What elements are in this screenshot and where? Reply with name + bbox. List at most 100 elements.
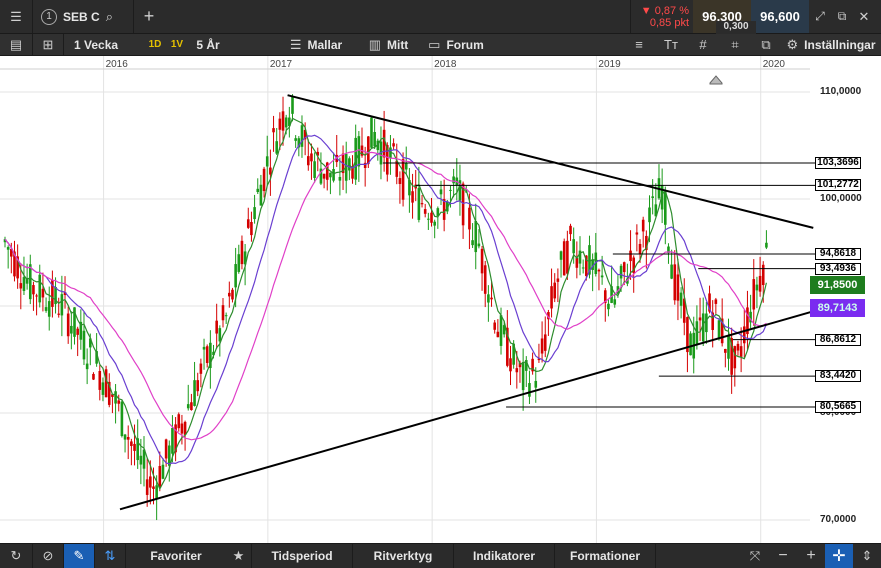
settings-button[interactable]: ⚙ Inställningar xyxy=(781,34,881,55)
price-level-label: 93,4936 xyxy=(815,262,861,275)
interval-1d-button[interactable]: 1D xyxy=(144,34,166,55)
menu-icon[interactable]: ☰ xyxy=(0,0,32,33)
candle-body xyxy=(199,363,203,374)
y-tick-label: 110,0000 xyxy=(820,86,862,97)
undock-icon[interactable]: ⤢ xyxy=(809,0,831,33)
list-icon[interactable]: ▤ xyxy=(0,34,32,55)
layout-grid-icon[interactable]: ⊞ xyxy=(33,34,63,55)
candle-body xyxy=(44,307,48,311)
candle-body xyxy=(133,443,136,451)
price-level-label: 80,5665 xyxy=(815,400,861,413)
price-level-label: 94,8618 xyxy=(815,247,861,260)
candle-body xyxy=(575,257,579,268)
interval-selector[interactable]: 1 Vecka xyxy=(64,34,144,55)
candle-body xyxy=(619,265,623,279)
candle-body xyxy=(480,248,484,274)
candle-body xyxy=(171,427,174,454)
candle-body xyxy=(540,338,544,354)
crosshair-grid-icon[interactable]: ⌗ xyxy=(719,34,751,55)
candle-body xyxy=(439,189,443,195)
text-tool-icon[interactable]: Tт xyxy=(655,34,687,55)
refresh-icon[interactable]: ↻ xyxy=(0,544,32,568)
candle-body xyxy=(120,401,124,437)
candle-body xyxy=(123,434,127,440)
candle-body xyxy=(423,209,427,214)
candle-body xyxy=(705,313,708,333)
x-tick-label: 2016 xyxy=(105,59,128,70)
star-icon[interactable]: ★ xyxy=(226,544,251,568)
price-level-label: 103,3696 xyxy=(815,156,861,169)
forum-button[interactable]: ▭ Forum xyxy=(421,34,491,55)
scroll-home-icon[interactable] xyxy=(709,75,723,85)
expand-vertical-icon[interactable]: ⇕ xyxy=(853,544,881,568)
candle-body xyxy=(569,225,572,235)
candle-body xyxy=(442,199,446,220)
candle-body xyxy=(509,358,512,372)
interval-1v-button[interactable]: 1V xyxy=(166,34,188,55)
disable-icon[interactable]: ⊘ xyxy=(33,544,63,568)
mine-button[interactable]: ▥ Mitt xyxy=(356,34,421,55)
x-tick-label: 2018 xyxy=(434,59,457,70)
candle-body xyxy=(600,275,604,278)
fit-icon[interactable]: ⤧ xyxy=(741,544,769,568)
candle-body xyxy=(284,117,288,128)
candle-body xyxy=(272,128,275,133)
zoom-out-icon[interactable]: − xyxy=(769,544,797,568)
candle-body xyxy=(641,219,645,232)
candle-body xyxy=(85,363,89,370)
symbol-selector[interactable]: 1 SEB C ⌕ xyxy=(33,0,133,33)
candle-body xyxy=(515,368,519,373)
change-percent: ▼ 0,87 % xyxy=(640,4,689,17)
draw-tools-button[interactable]: Ritverktyg xyxy=(353,544,453,568)
formations-button[interactable]: Formationer xyxy=(555,544,655,568)
candle-body xyxy=(411,191,414,203)
candle-body xyxy=(196,380,200,392)
zoom-in-icon[interactable]: + xyxy=(797,544,825,568)
bottom-bar: ↻ ⊘ ✎ ⇅ Favoriter ★ Tidsperiod Ritverkty… xyxy=(0,543,881,568)
grid-icon[interactable]: # xyxy=(687,34,719,55)
top-bar: ☰ 1 SEB C ⌕ + ▼ 0,87 % 0,85 pkt 96,300 9… xyxy=(0,0,881,34)
candle-body xyxy=(218,328,222,342)
chart-canvas[interactable] xyxy=(0,56,881,543)
candle-body xyxy=(259,184,263,206)
price-level-label: 83,4420 xyxy=(815,370,861,383)
candle-body xyxy=(392,143,395,147)
candle-body xyxy=(651,196,654,198)
templates-button[interactable]: ☰ Mallar xyxy=(276,34,356,55)
range-selector[interactable]: 5 År xyxy=(188,34,228,55)
copy-icon[interactable]: ⧉ xyxy=(751,34,781,55)
chart-grid xyxy=(0,56,810,543)
search-icon[interactable]: ⌕ xyxy=(106,9,113,25)
align-icon[interactable]: ≡ xyxy=(623,34,655,55)
candle-body xyxy=(468,207,471,230)
mine-label: Mitt xyxy=(386,37,409,52)
candle-body xyxy=(452,176,455,184)
crosshair-icon[interactable]: ✛ xyxy=(825,544,853,568)
add-tab-icon[interactable]: + xyxy=(134,0,164,33)
candle-body xyxy=(186,404,190,409)
y-tick-label: 70,0000 xyxy=(820,514,857,525)
indicators-button[interactable]: Indikatorer xyxy=(454,544,554,568)
candle-body xyxy=(193,380,196,406)
time-period-button[interactable]: Tidsperiod xyxy=(252,544,352,568)
candle-body xyxy=(724,348,727,353)
candle-body xyxy=(57,313,61,315)
candle-body xyxy=(629,250,632,262)
ask-price[interactable]: 96,600 xyxy=(751,0,809,33)
candle-body xyxy=(253,207,256,220)
popout-icon[interactable]: ⧉ xyxy=(831,0,853,33)
price-level-label: 101,2772 xyxy=(815,179,861,192)
swap-vertical-icon[interactable]: ⇅ xyxy=(95,544,125,568)
settings-label: Inställningar xyxy=(804,37,876,52)
candle-body xyxy=(739,346,743,357)
candle-body xyxy=(562,241,566,276)
candle-body xyxy=(278,118,282,130)
candle-body xyxy=(755,284,759,291)
candle-body xyxy=(742,326,746,344)
candle-body xyxy=(294,138,297,141)
candle-body xyxy=(528,383,531,397)
close-icon[interactable]: ✕ xyxy=(853,0,875,33)
pencil-icon[interactable]: ✎ xyxy=(64,544,94,568)
price-chart[interactable]: 20162017201820192020 110,0000100,000090,… xyxy=(0,56,881,543)
favorites-button[interactable]: Favoriter xyxy=(126,544,226,568)
